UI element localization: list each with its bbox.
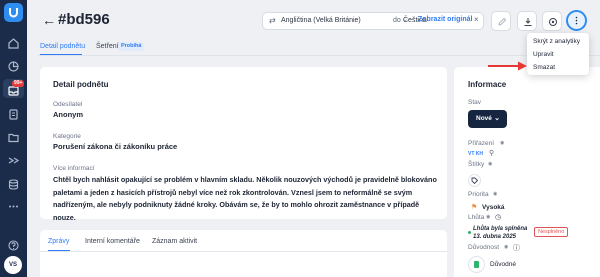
- info-heading: Informace: [468, 80, 507, 89]
- folder-icon[interactable]: [7, 131, 20, 144]
- source-chevron-icon[interactable]: ⌄: [327, 16, 332, 23]
- priority-label: Priorita: [468, 191, 489, 198]
- detail-card: Detail podnětu Odesílatel Anonym Kategor…: [40, 67, 447, 222]
- home-icon[interactable]: [7, 37, 20, 50]
- database-icon[interactable]: [7, 178, 20, 191]
- info-label: Více informací: [53, 165, 95, 172]
- status-value: Nové: [476, 115, 492, 122]
- annotation-arrow-icon: [488, 61, 527, 71]
- info-icon: ⓘ: [513, 245, 520, 252]
- edit-button[interactable]: [491, 11, 511, 31]
- source-language-select[interactable]: Angličtina (Velká Británie): [281, 17, 361, 24]
- menu-edit[interactable]: Upravit: [533, 51, 554, 58]
- flow-icon[interactable]: [7, 154, 20, 167]
- deadline-badge: Nesplněno: [534, 227, 569, 237]
- translate-to-label: do: [393, 17, 401, 24]
- category-value: Porušení zákona či zákoníku práce: [53, 142, 178, 151]
- more-options-button[interactable]: [566, 10, 587, 31]
- detail-heading: Detail podnětu: [53, 80, 109, 89]
- menu-hide-from-analytics[interactable]: Skrýt z analytiky: [533, 38, 580, 45]
- settings-button[interactable]: [542, 11, 562, 31]
- investigation-status-badge: Probíhá: [118, 42, 145, 51]
- chart-icon[interactable]: [7, 60, 20, 73]
- category-label: Kategorie: [53, 133, 81, 140]
- sender-value: Anonym: [53, 110, 83, 119]
- deadline-status-dot: [468, 231, 471, 234]
- priority-value[interactable]: Vysoká: [482, 204, 505, 211]
- sidebar: 99+ VS: [0, 0, 27, 277]
- status-label: Stav: [468, 99, 482, 106]
- confidentiality-eye-icon: ◉: [504, 244, 509, 250]
- sender-label: Odesílatel: [53, 101, 83, 108]
- deadline-line-2: 13. dubna 2025: [473, 234, 517, 240]
- menu-delete[interactable]: Smazat: [533, 64, 555, 71]
- gear-icon: [549, 18, 557, 26]
- back-arrow-icon[interactable]: ←: [42, 13, 56, 27]
- clock-icon: ◷: [495, 214, 502, 221]
- document-icon[interactable]: [7, 108, 20, 121]
- pencil-icon: [498, 17, 507, 26]
- deadline-eye-icon: ◉: [486, 214, 491, 220]
- show-original-button[interactable]: Zobrazit originál: [418, 16, 472, 23]
- assignment-eye-icon: ◉: [500, 140, 505, 146]
- download-icon: [524, 18, 532, 26]
- communication-card: Zprávy Interní komentáře Záznam aktivit: [40, 230, 447, 277]
- avatar[interactable]: VS: [4, 256, 22, 274]
- tab-detail[interactable]: Detail podnětu: [40, 43, 85, 50]
- tab-investigation[interactable]: Šetření: [96, 43, 119, 50]
- logo[interactable]: [4, 3, 23, 22]
- add-user-icon[interactable]: ⚲: [489, 149, 494, 157]
- info-value: Chtěl bych nahlásit opakující se problém…: [53, 175, 437, 222]
- deadline-value: Lhůta byla splněna 13. dubna 2025: [473, 225, 527, 241]
- tags-label: Štítky: [468, 161, 485, 168]
- info-panel: Informace Stav Nové ⌄ Přiřazení ◉ VT KH …: [454, 67, 600, 277]
- deadline-label: Lhůta: [468, 214, 485, 221]
- tags-eye-icon: ◉: [488, 161, 493, 167]
- assignment-label: Přiřazení: [468, 140, 495, 147]
- target-chevron-icon[interactable]: ⌄: [403, 16, 408, 23]
- translate-icon: ⇄: [269, 16, 276, 25]
- tag-icon[interactable]: [468, 174, 481, 187]
- priority-eye-icon: ◉: [493, 191, 498, 197]
- deadline-line-1: Lhůta byla splněna: [473, 226, 528, 232]
- tabs-divider: [38, 55, 600, 56]
- tab-activity-log[interactable]: Záznam aktivit: [152, 238, 197, 245]
- help-icon[interactable]: [7, 239, 20, 252]
- confidentiality-label: Důvodnost: [468, 244, 500, 251]
- confidentiality-value[interactable]: Důvodné: [490, 261, 516, 268]
- chevron-down-icon: ⌄: [494, 115, 500, 122]
- page-title: #bd596: [58, 11, 110, 28]
- download-button[interactable]: [517, 11, 537, 31]
- more-options-menu: Skrýt z analytiky Upravit Smazat: [527, 33, 589, 75]
- assignee-initials: VT KH: [468, 151, 483, 157]
- tab-messages[interactable]: Zprávy: [48, 238, 69, 245]
- status-dropdown[interactable]: Nové ⌄: [468, 110, 507, 128]
- close-translation-icon[interactable]: ×: [474, 15, 479, 24]
- confidentiality-icon[interactable]: [468, 256, 485, 273]
- more-icon[interactable]: [7, 200, 20, 213]
- bottom-tabs-divider: [40, 251, 447, 252]
- priority-flag-icon: ⚑: [471, 204, 478, 211]
- vertical-dots-icon: [575, 16, 578, 25]
- inbox-badge: 99+: [12, 80, 25, 87]
- tab-internal-comments[interactable]: Interní komentáře: [85, 238, 140, 245]
